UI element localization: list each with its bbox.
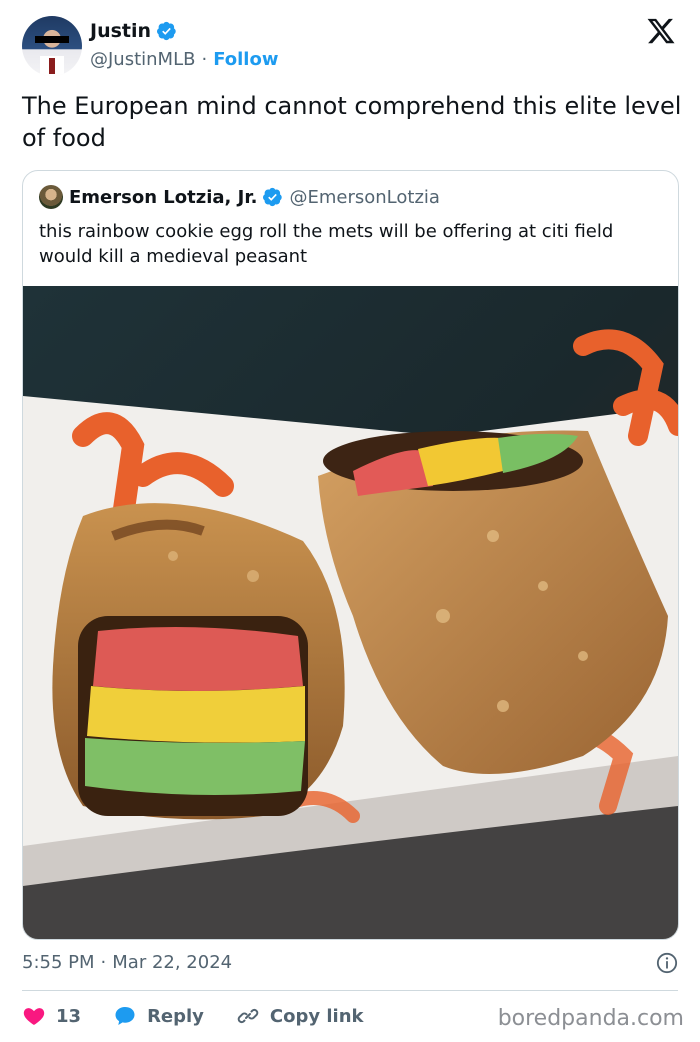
watermark: boredpanda.com — [497, 1006, 684, 1031]
quoted-header: Emerson Lotzia, Jr. @EmersonLotzia — [39, 185, 440, 209]
tweet-time[interactable]: 5:55 PM — [22, 952, 95, 973]
tweet-meta: 5:55 PM · Mar 22, 2024 — [22, 952, 678, 974]
author-name-row: Justin — [90, 20, 177, 42]
link-icon — [237, 1008, 259, 1024]
heart-icon — [23, 1008, 45, 1025]
tweet-header: Justin @JustinMLB · Follow — [22, 16, 682, 78]
avatar-tie — [49, 58, 55, 74]
tweet-date[interactable]: Mar 22, 2024 — [112, 952, 232, 973]
info-icon[interactable] — [656, 952, 678, 974]
reply-button[interactable]: Reply — [113, 1004, 204, 1028]
tweet-text: The European mind cannot comprehend this… — [22, 92, 682, 152]
author-name[interactable]: Justin — [90, 20, 151, 42]
reply-bubble-icon — [115, 1007, 135, 1025]
handle-separator: · — [201, 49, 208, 70]
author-handle-row: @JustinMLB · Follow — [90, 49, 278, 70]
quoted-author-name[interactable]: Emerson Lotzia, Jr. — [69, 187, 257, 208]
like-count: 13 — [56, 1005, 82, 1027]
follow-button[interactable]: Follow — [213, 49, 278, 70]
copy-link-label: Copy link — [269, 1005, 364, 1027]
copy-link-button[interactable]: Copy link — [236, 1004, 364, 1028]
author-avatar[interactable] — [22, 16, 82, 76]
x-logo-icon[interactable] — [646, 16, 676, 46]
reply-label: Reply — [147, 1005, 204, 1027]
quoted-avatar[interactable] — [39, 185, 63, 209]
divider — [22, 990, 678, 991]
food-photo[interactable] — [23, 286, 678, 939]
verified-badge-icon — [157, 21, 176, 41]
quoted-text: this rainbow cookie egg roll the mets wi… — [39, 221, 614, 267]
meta-separator: · — [100, 952, 107, 973]
quoted-author-handle[interactable]: @EmersonLotzia — [289, 187, 439, 208]
action-bar: 13 Reply Copy link — [22, 1002, 396, 1030]
verified-badge-icon — [263, 187, 283, 207]
avatar-censor-bar — [35, 36, 69, 43]
like-button[interactable]: 13 — [22, 1004, 81, 1028]
quoted-tweet[interactable]: Emerson Lotzia, Jr. @EmersonLotzia this … — [22, 170, 679, 940]
author-handle[interactable]: @JustinMLB — [90, 49, 195, 70]
